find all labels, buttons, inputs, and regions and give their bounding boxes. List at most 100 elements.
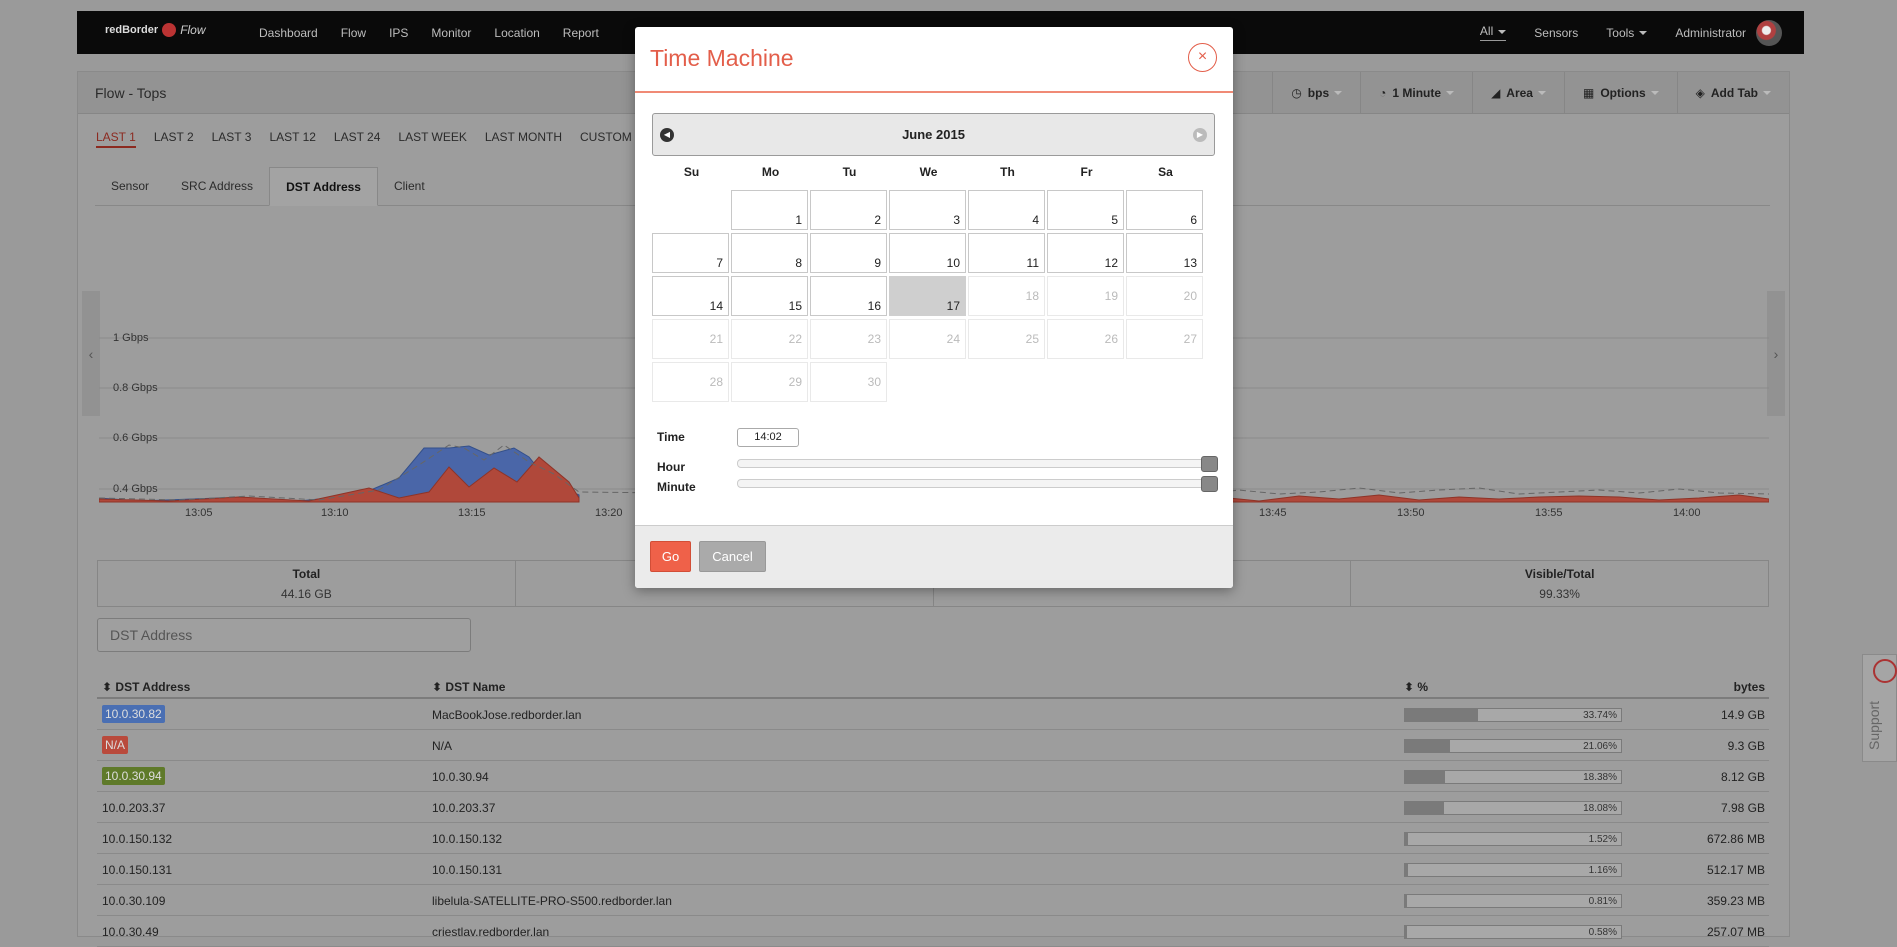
brand-logo[interactable]: redBorder Flow xyxy=(105,23,206,37)
table-row[interactable]: 10.0.30.49 criestlav.redborder.lan 0.58% 25… xyxy=(97,916,1769,947)
time-value-field[interactable]: 14:02 xyxy=(737,428,799,447)
dst-address-cell[interactable]: 10.0.30.94 xyxy=(102,767,165,785)
percent-value: 0.58% xyxy=(1588,927,1617,938)
calendar-day[interactable]: 8 xyxy=(731,233,808,273)
interval-dropdown[interactable]: ◔ 1 Minute xyxy=(1360,72,1472,114)
nav-dashboard[interactable]: Dashboard xyxy=(259,26,318,40)
dst-address-filter-input[interactable]: DST Address xyxy=(97,618,471,652)
tab-src-address[interactable]: SRC Address xyxy=(165,167,269,205)
units-dropdown[interactable]: ◷ bps xyxy=(1272,72,1360,114)
table-row[interactable]: 10.0.30.109 libelula-SATELLITE-PRO-S500.r… xyxy=(97,885,1769,916)
range-last-month[interactable]: LAST MONTH xyxy=(485,130,562,148)
calendar-day[interactable]: 1 xyxy=(731,190,808,230)
nav-flow[interactable]: Flow xyxy=(341,26,366,40)
table-row[interactable]: 10.0.30.94 10.0.30.94 18.38% 8.12 GB xyxy=(97,761,1769,792)
range-last-24[interactable]: LAST 24 xyxy=(334,130,380,148)
calendar-day: 30 xyxy=(810,362,887,402)
dst-address-cell[interactable]: 10.0.150.132 xyxy=(102,832,172,846)
nav-report[interactable]: Report xyxy=(563,26,599,40)
cancel-button[interactable]: Cancel xyxy=(699,541,766,572)
calendar-day[interactable]: 16 xyxy=(810,276,887,316)
percent-bar-fill xyxy=(1405,895,1407,907)
hour-slider[interactable] xyxy=(737,456,1218,472)
range-last-3[interactable]: LAST 3 xyxy=(212,130,252,148)
percent-bar-fill xyxy=(1405,833,1409,845)
dst-address-cell[interactable]: 10.0.30.109 xyxy=(102,894,165,908)
calendar-day[interactable]: 9 xyxy=(810,233,887,273)
time-label: Time xyxy=(657,430,685,444)
range-last-week[interactable]: LAST WEEK xyxy=(398,130,466,148)
tag-icon: ◈ xyxy=(1695,86,1705,100)
percent-bar-fill xyxy=(1405,740,1451,752)
calendar-day: 23 xyxy=(810,319,887,359)
table-row[interactable]: N/A N/A 21.06% 9.3 GB xyxy=(97,730,1769,761)
nav-tools[interactable]: Tools xyxy=(1606,26,1648,40)
calendar-day[interactable]: 11 xyxy=(968,233,1045,273)
tab-client[interactable]: Client xyxy=(378,167,441,205)
percent-bar: 18.38% xyxy=(1404,770,1622,784)
nav-location[interactable]: Location xyxy=(494,26,539,40)
minute-slider[interactable] xyxy=(737,476,1218,492)
support-tab[interactable]: Support xyxy=(1862,654,1897,762)
minute-slider-handle[interactable] xyxy=(1201,476,1218,492)
nav-ips[interactable]: IPS xyxy=(389,26,408,40)
table-row[interactable]: 10.0.150.132 10.0.150.132 1.52% 672.86 MB xyxy=(97,823,1769,854)
x-tick-label: 13:20 xyxy=(595,507,623,519)
chart-next-arrow[interactable]: › xyxy=(1767,291,1785,416)
dst-address-cell[interactable]: 10.0.30.82 xyxy=(102,705,165,723)
chevron-down-icon xyxy=(1498,29,1507,34)
dst-address-cell[interactable]: 10.0.150.131 xyxy=(102,863,172,877)
options-label: Options xyxy=(1600,86,1646,100)
calendar-day[interactable]: 5 xyxy=(1047,190,1124,230)
calendar-day[interactable]: 2 xyxy=(810,190,887,230)
nav-user[interactable]: Administrator xyxy=(1675,26,1746,40)
nav-monitor[interactable]: Monitor xyxy=(431,26,471,40)
go-button[interactable]: Go xyxy=(650,541,691,572)
calendar-day[interactable]: 13 xyxy=(1126,233,1203,273)
calendar-day[interactable]: 12 xyxy=(1047,233,1124,273)
chart-prev-arrow[interactable]: ‹ xyxy=(82,291,100,416)
range-last-2[interactable]: LAST 2 xyxy=(154,130,194,148)
domain-selector[interactable]: All xyxy=(1479,24,1507,41)
calendar-day: 27 xyxy=(1126,319,1203,359)
next-month-icon[interactable]: ▶ xyxy=(1193,128,1207,142)
calendar-day[interactable]: 4 xyxy=(968,190,1045,230)
tab-sensor[interactable]: Sensor xyxy=(95,167,165,205)
avatar[interactable] xyxy=(1756,19,1782,46)
close-button[interactable]: × xyxy=(1188,43,1217,72)
calendar-day[interactable]: 15 xyxy=(731,276,808,316)
calendar-day[interactable]: 17 xyxy=(889,276,966,316)
table-row[interactable]: 10.0.150.131 10.0.150.131 1.16% 512.17 MB xyxy=(97,854,1769,885)
range-last-1[interactable]: LAST 1 xyxy=(96,130,136,148)
calendar-day[interactable]: 10 xyxy=(889,233,966,273)
column-dst-address[interactable]: ⬍ DST Address xyxy=(102,680,190,694)
calendar-day[interactable]: 6 xyxy=(1126,190,1203,230)
dst-address-cell[interactable]: 10.0.203.37 xyxy=(102,801,165,815)
weekday-label: Mo xyxy=(761,165,780,179)
range-custom[interactable]: CUSTOM xyxy=(580,130,632,148)
y-tick-label: 0.6 Gbps xyxy=(113,432,158,444)
column-percent[interactable]: ⬍ % xyxy=(1404,680,1428,694)
x-tick-label: 14:00 xyxy=(1673,507,1701,519)
chevron-down-icon xyxy=(1763,91,1771,95)
options-dropdown[interactable]: ▦ Options xyxy=(1563,72,1677,114)
chart-type-dropdown[interactable]: ◢ Area xyxy=(1472,72,1564,114)
table-row[interactable]: 10.0.30.82 MacBookJose.redborder.lan 33.74… xyxy=(97,699,1769,730)
dst-address-cell[interactable]: N/A xyxy=(102,736,129,754)
add-tab-dropdown[interactable]: ◈ Add Tab xyxy=(1676,72,1789,114)
calendar-day[interactable]: 3 xyxy=(889,190,966,230)
calendar-day[interactable]: 7 xyxy=(652,233,729,273)
range-last-12[interactable]: LAST 12 xyxy=(269,130,315,148)
percent-value: 18.38% xyxy=(1583,772,1617,783)
percent-bar: 1.16% xyxy=(1404,863,1622,877)
hour-slider-handle[interactable] xyxy=(1201,456,1218,472)
table-row[interactable]: 10.0.203.37 10.0.203.37 18.08% 7.98 GB xyxy=(97,792,1769,823)
nav-sensors[interactable]: Sensors xyxy=(1534,26,1578,40)
x-tick-label: 13:45 xyxy=(1259,507,1287,519)
dst-name-cell: 10.0.150.131 xyxy=(432,863,503,877)
calendar-day[interactable]: 14 xyxy=(652,276,729,316)
tab-dst-address[interactable]: DST Address xyxy=(269,167,378,206)
column-dst-name[interactable]: ⬍ DST Name xyxy=(432,680,505,694)
column-bytes[interactable]: bytes xyxy=(1734,680,1765,694)
modal-header: Time Machine × xyxy=(635,27,1233,93)
